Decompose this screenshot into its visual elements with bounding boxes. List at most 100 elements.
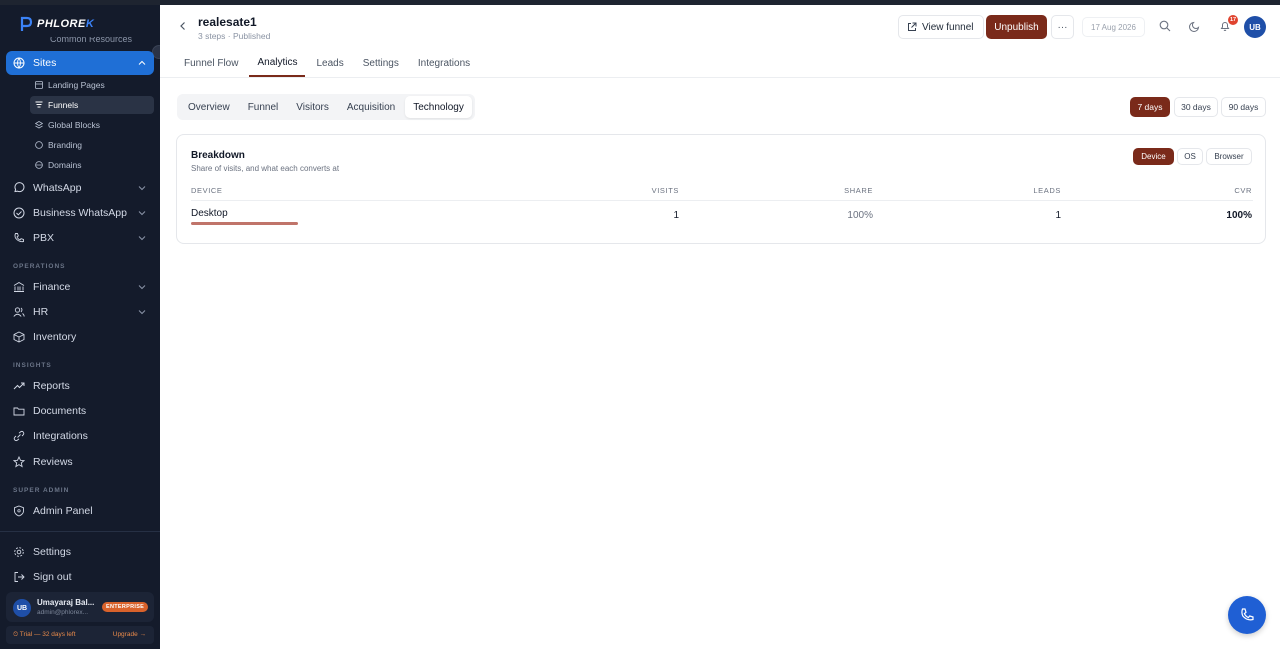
tab-leads[interactable]: Leads: [308, 49, 351, 77]
sidebar-item-label: Settings: [33, 546, 71, 558]
subtab-overview[interactable]: Overview: [180, 96, 238, 118]
page-title: realesate1: [198, 15, 257, 29]
avatar: UB: [13, 599, 31, 617]
sidebar-item-inventory[interactable]: Inventory: [6, 325, 154, 349]
cell-share: 100%: [847, 210, 873, 221]
cell-visits: 1: [673, 210, 679, 221]
upgrade-link[interactable]: Upgrade →: [113, 631, 146, 638]
dimension-device-button[interactable]: Device: [1133, 148, 1174, 165]
sidebar-subitem-label: Branding: [48, 140, 83, 150]
sidebar-clipped-item[interactable]: Common Resources: [50, 37, 132, 47]
funnel-icon: [35, 101, 43, 109]
range-90-days-button[interactable]: 90 days: [1221, 97, 1266, 117]
sidebar-item-sites[interactable]: Sites: [6, 51, 154, 75]
breakdown-subtitle: Share of visits, and what each converts …: [191, 164, 340, 173]
chevron-down-icon: [138, 285, 146, 290]
table-header-divider: [191, 200, 1253, 201]
sidebar-item-label: Finance: [33, 281, 71, 293]
breakdown-card: Breakdown Share of visits, and what each…: [176, 134, 1266, 244]
sidebar-item-documents[interactable]: Documents: [6, 399, 154, 423]
sidebar-item-label: Reports: [33, 380, 70, 392]
section-label-operations: OPERATIONS: [13, 263, 66, 270]
users-icon: [13, 306, 25, 318]
star-icon: [13, 456, 25, 468]
view-funnel-label: View funnel: [922, 21, 974, 33]
subtab-visitors[interactable]: Visitors: [288, 96, 337, 118]
sidebar-item-label: Reviews: [33, 456, 73, 468]
avatar[interactable]: UB: [1244, 16, 1266, 38]
tab-funnel-flow[interactable]: Funnel Flow: [176, 49, 246, 77]
column-header-leads: LEADS: [1033, 186, 1061, 195]
range-7-days-button[interactable]: 7 days: [1130, 97, 1170, 117]
search-icon[interactable]: [1159, 20, 1171, 32]
sidebar-item-admin-panel[interactable]: Admin Panel: [6, 499, 154, 523]
back-arrow-icon[interactable]: [177, 20, 189, 32]
subtab-funnel[interactable]: Funnel: [240, 96, 287, 118]
sidebar-item-sign-out[interactable]: Sign out: [6, 565, 154, 589]
unpublish-button[interactable]: Unpublish: [986, 15, 1047, 39]
chat-icon: [13, 182, 25, 194]
trial-bar: ⏲ Trial — 32 days left Upgrade →: [6, 626, 154, 644]
column-header-visits: VISITS: [651, 186, 679, 195]
dimension-os-button[interactable]: OS: [1177, 148, 1203, 165]
sidebar-item-pbx[interactable]: PBX: [6, 226, 154, 250]
sidebar-item-settings[interactable]: Settings: [6, 540, 154, 564]
range-30-days-button[interactable]: 30 days: [1174, 97, 1218, 117]
sidebar-subitem-domains[interactable]: Domains: [30, 156, 154, 174]
sidebar-subitem-global-blocks[interactable]: Global Blocks: [30, 116, 154, 134]
sidebar-subitem-landing-pages[interactable]: Landing Pages: [30, 76, 154, 94]
plan-badge: ENTERPRISE: [102, 602, 149, 612]
sidebar-item-label: HR: [33, 306, 49, 318]
blocks-icon: [35, 121, 43, 129]
call-fab-button[interactable]: [1228, 596, 1266, 634]
phone-icon: [1241, 608, 1254, 621]
tab-integrations[interactable]: Integrations: [410, 49, 478, 77]
sidebar-item-reports[interactable]: Reports: [6, 374, 154, 398]
tabs-divider: [160, 77, 1280, 78]
cell-cvr: 100%: [1226, 210, 1252, 221]
cell-device: Desktop: [191, 208, 228, 219]
sidebar-item-label: Documents: [33, 405, 87, 417]
more-options-button[interactable]: ···: [1051, 15, 1074, 39]
sidebar-item-business-whatsapp[interactable]: Business WhatsApp: [6, 201, 154, 225]
sidebar-item-label: Sign out: [33, 571, 72, 583]
section-label-super-admin: SUPER ADMIN: [13, 487, 70, 494]
main-content: realesate1 3 steps · Published View funn…: [160, 5, 1280, 649]
section-label-insights: INSIGHTS: [13, 362, 52, 369]
column-header-device: DEVICE: [191, 186, 223, 195]
sidebar-item-label: Inventory: [33, 331, 77, 343]
logo-icon: [20, 16, 33, 31]
user-name: Umayaraj Bal...: [37, 598, 95, 607]
logout-icon: [13, 571, 25, 583]
bank-icon: [13, 281, 25, 293]
sidebar-item-label: PBX: [33, 232, 55, 244]
sidebar-subitem-branding[interactable]: Branding: [30, 136, 154, 154]
user-card[interactable]: UB Umayaraj Bal... admin@phlorex... ENTE…: [6, 592, 154, 622]
brand-logo[interactable]: PHLOREK: [18, 13, 94, 35]
sidebar-item-integrations[interactable]: Integrations: [6, 424, 154, 448]
column-header-share: SHARE: [844, 186, 873, 195]
chevron-down-icon: [138, 310, 146, 315]
dimension-browser-button[interactable]: Browser: [1206, 148, 1252, 165]
gear-icon: [13, 546, 25, 558]
sidebar-item-reviews[interactable]: Reviews: [6, 450, 154, 474]
sidebar-subitem-funnels[interactable]: Funnels: [30, 96, 154, 114]
subtab-acquisition[interactable]: Acquisition: [339, 96, 403, 118]
sidebar-item-finance[interactable]: Finance: [6, 275, 154, 299]
sidebar-item-whatsapp[interactable]: WhatsApp: [6, 176, 154, 200]
moon-icon[interactable]: [1189, 20, 1201, 32]
tab-settings[interactable]: Settings: [355, 49, 407, 77]
tab-analytics[interactable]: Analytics: [249, 49, 306, 77]
sidebar-divider: [0, 531, 160, 532]
folder-icon: [13, 405, 25, 417]
phone-icon: [13, 232, 25, 244]
plug-icon: [13, 430, 25, 442]
view-funnel-button[interactable]: View funnel: [898, 15, 984, 39]
subtab-technology[interactable]: Technology: [405, 96, 472, 118]
sidebar-item-label: Business WhatsApp: [33, 207, 127, 219]
sidebar-item-hr[interactable]: HR: [6, 300, 154, 324]
user-email: admin@phlorex...: [37, 609, 89, 616]
sidebar-item-label: Sites: [33, 57, 57, 69]
sidebar-item-label: WhatsApp: [33, 182, 82, 194]
analytics-subtabs: Overview Funnel Visitors Acquisition Tec…: [177, 94, 475, 120]
